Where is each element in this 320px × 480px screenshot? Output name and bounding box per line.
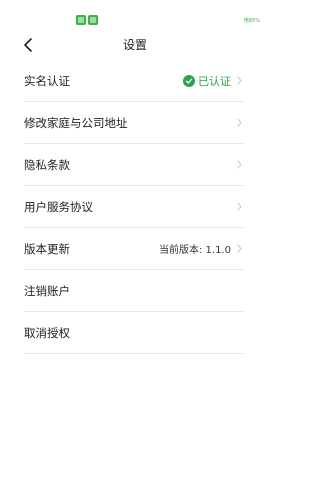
check-circle-icon — [183, 74, 195, 87]
chevron-right-icon — [234, 243, 244, 255]
app-notification-icon — [76, 15, 86, 25]
battery-indicator: 电85% — [243, 18, 260, 24]
menu-item-label: 注销账户 — [24, 283, 70, 298]
status-bar: 电85% — [0, 0, 270, 26]
menu-item-label: 取消授权 — [24, 325, 70, 340]
menu-item-label: 实名认证 — [24, 73, 70, 88]
current-version-text: 当前版本: 1.1.0 — [159, 245, 231, 256]
menu-item-label: 版本更新 — [24, 241, 70, 256]
chevron-right-icon — [234, 201, 244, 213]
menu-item-privacy-policy[interactable]: 隐私条款 — [24, 144, 244, 186]
chevron-right-icon — [234, 117, 244, 129]
menu-item-revoke-authorization[interactable]: 取消授权 — [24, 312, 244, 354]
verified-status-text: 已认证 — [198, 74, 231, 88]
menu-item-label: 用户服务协议 — [24, 199, 93, 214]
verified-status: 已认证 — [183, 73, 231, 89]
navigation-bar: 设置 — [0, 30, 270, 58]
menu-item-edit-address[interactable]: 修改家庭与公司地址 — [24, 102, 244, 144]
menu-item-label: 修改家庭与公司地址 — [24, 115, 128, 130]
chevron-right-icon — [234, 75, 244, 87]
menu-item-real-name-verification[interactable]: 实名认证 已认证 — [24, 60, 244, 102]
settings-menu: 实名认证 已认证 修改家庭与公司地址 隐私条款 用户服务协议 版本更新 当前版本… — [0, 60, 270, 354]
menu-item-label: 隐私条款 — [24, 157, 70, 172]
menu-item-delete-account[interactable]: 注销账户 — [24, 270, 244, 312]
app-notification-icon — [88, 15, 98, 25]
menu-item-user-agreement[interactable]: 用户服务协议 — [24, 186, 244, 228]
chevron-right-icon — [234, 159, 244, 171]
menu-item-version-update[interactable]: 版本更新 当前版本: 1.1.0 — [24, 228, 244, 270]
page-title: 设置 — [122, 38, 147, 52]
